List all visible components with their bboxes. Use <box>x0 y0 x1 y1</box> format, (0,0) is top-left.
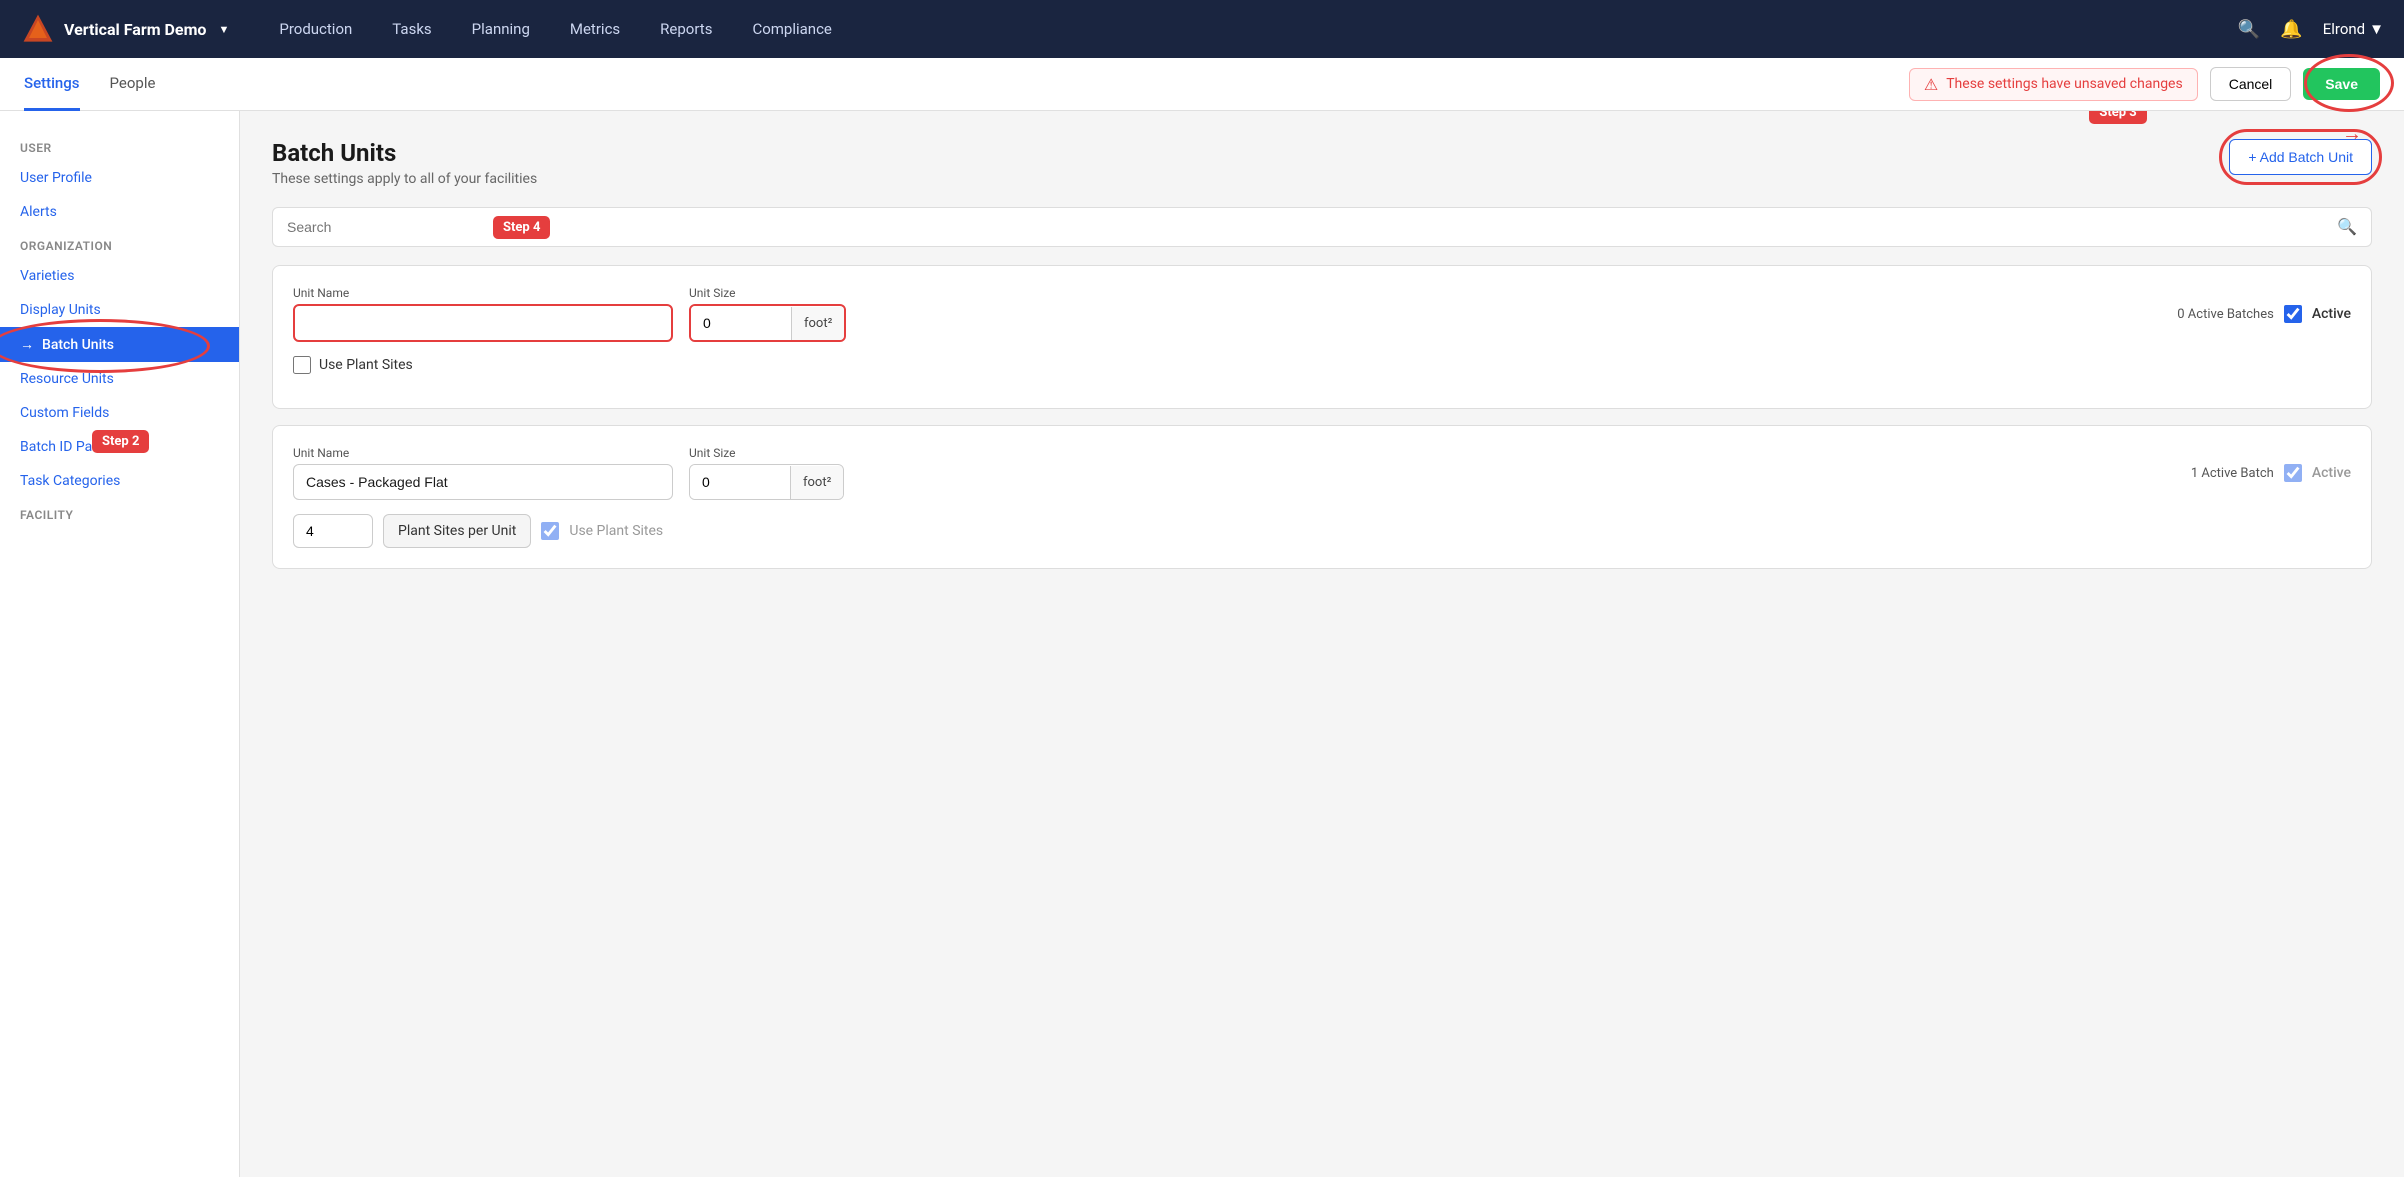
warning-icon: ⚠ <box>1924 75 1938 94</box>
nav-compliance[interactable]: Compliance <box>732 0 851 58</box>
banner-text: These settings have unsaved changes <box>1946 76 2183 92</box>
nav-tasks[interactable]: Tasks <box>372 0 451 58</box>
nav-right: 🔍 🔔 Elrond ▼ <box>2238 19 2384 40</box>
plant-sites-row-2: Plant Sites per Unit Use Plant Sites <box>293 514 2351 548</box>
app-dropdown-arrow[interactable]: ▼ <box>218 23 229 36</box>
add-batch-unit-button[interactable]: + Add Batch Unit <box>2229 139 2372 175</box>
field-group-size-2: Unit Size foot² Step 6 <box>689 446 844 500</box>
active-batches-2: 1 Active Batch <box>2191 466 2274 481</box>
use-plant-sites-checkbox-1[interactable] <box>293 356 311 374</box>
save-button[interactable]: Save <box>2303 68 2380 100</box>
user-menu[interactable]: Elrond ▼ <box>2323 20 2384 38</box>
content-area: Batch Units These settings apply to all … <box>240 111 2404 1177</box>
unit-card-2: Unit Name Unit Size foot² Step 6 1 <box>272 425 2372 569</box>
content-header: Batch Units These settings apply to all … <box>272 139 2372 187</box>
unit-size-input-2[interactable] <box>690 465 790 499</box>
field-group-name-2: Unit Name <box>293 446 673 500</box>
active-label-1: Active <box>2312 306 2351 322</box>
search-bar: 🔍 <box>272 207 2372 247</box>
content-header-text: Batch Units These settings apply to all … <box>272 139 537 187</box>
active-checkbox-1[interactable] <box>2284 305 2302 323</box>
top-nav: Vertical Farm Demo ▼ Production Tasks Pl… <box>0 0 2404 58</box>
tabs-actions: ⚠ These settings have unsaved changes Ca… <box>1909 67 2380 101</box>
sidebar-item-task-categories[interactable]: Task Categories <box>0 464 239 498</box>
app-name: Vertical Farm Demo <box>64 20 206 39</box>
nav-reports[interactable]: Reports <box>640 0 732 58</box>
unit-size-label-2: Unit Size <box>689 446 844 460</box>
search-icon-nav[interactable]: 🔍 <box>2238 19 2260 40</box>
unit-row-1: Unit Name Unit Size foot² 0 Active Batch… <box>293 286 2351 342</box>
unit-name-input-2[interactable] <box>293 464 673 500</box>
unit-row-2: Unit Name Unit Size foot² Step 6 1 <box>293 446 2351 500</box>
nav-production[interactable]: Production <box>259 0 372 58</box>
user-name: Elrond <box>2323 20 2365 38</box>
unit-meta-1: 0 Active Batches Active <box>2177 305 2351 323</box>
sidebar-item-user-profile[interactable]: User Profile <box>0 161 239 195</box>
user-dropdown-arrow: ▼ <box>2369 20 2384 38</box>
tab-settings[interactable]: Settings <box>24 58 80 111</box>
sidebar-item-custom-fields[interactable]: Custom Fields <box>0 396 239 430</box>
sidebar-item-batch-id-patterns[interactable]: Batch ID Patterns <box>0 430 239 464</box>
page-subtitle: These settings apply to all of your faci… <box>272 171 537 187</box>
unit-size-input-1[interactable] <box>691 306 791 340</box>
use-plant-sites-row-1: Use Plant Sites Step 5 <box>293 356 2351 374</box>
sidebar-arrow-icon: → <box>20 336 34 353</box>
app-logo[interactable]: Vertical Farm Demo ▼ <box>20 11 229 47</box>
nav-metrics[interactable]: Metrics <box>550 0 640 58</box>
use-plant-sites-label-2: Use Plant Sites <box>569 523 663 539</box>
sidebar-item-resource-units[interactable]: Resource Units <box>0 362 239 396</box>
field-group-size-1: Unit Size foot² <box>689 286 846 342</box>
sidebar-section-org: Organization <box>0 229 239 259</box>
unit-card-1: Step 4 Unit Name Unit Size foot² <box>272 265 2372 409</box>
sidebar-section-user: User <box>0 131 239 161</box>
page-title: Batch Units <box>272 139 537 167</box>
sidebar-batch-units-label: Batch Units <box>42 337 114 353</box>
unit-size-wrapper-1: foot² <box>689 304 846 342</box>
active-label-2: Active <box>2312 465 2351 481</box>
cancel-button[interactable]: Cancel <box>2210 67 2292 101</box>
search-input[interactable] <box>287 208 2337 246</box>
plant-sites-input-2[interactable] <box>293 514 373 548</box>
nav-links: Production Tasks Planning Metrics Report… <box>259 0 2238 58</box>
search-icon[interactable]: 🔍 <box>2337 217 2357 237</box>
use-plant-sites-label-1: Use Plant Sites <box>319 357 413 373</box>
sidebar-section-facility: Facility <box>0 498 239 528</box>
tabs-bar: Settings People ⚠ These settings have un… <box>0 58 2404 111</box>
unit-size-suffix-1: foot² <box>791 307 844 340</box>
use-plant-sites-checkbox-2[interactable] <box>541 522 559 540</box>
unit-size-label-1: Unit Size <box>689 286 846 300</box>
unit-meta-2: 1 Active Batch Active Step 7 <box>2191 464 2351 482</box>
sidebar-item-display-units[interactable]: Display Units <box>0 293 239 327</box>
unit-size-suffix-2: foot² <box>790 466 843 499</box>
sidebar-item-varieties[interactable]: Varieties <box>0 259 239 293</box>
active-batches-1: 0 Active Batches <box>2177 307 2274 322</box>
field-group-name-1: Unit Name <box>293 286 673 342</box>
unit-name-input-1[interactable] <box>293 304 673 342</box>
nav-planning[interactable]: Planning <box>452 0 550 58</box>
tab-people[interactable]: People <box>110 58 156 111</box>
unit-size-wrapper-2: foot² Step 6 <box>689 464 844 500</box>
unsaved-banner: ⚠ These settings have unsaved changes <box>1909 68 2198 101</box>
sidebar-item-batch-units[interactable]: → Batch Units <box>0 327 239 362</box>
plant-sites-label-2: Plant Sites per Unit <box>383 514 531 548</box>
active-checkbox-2[interactable] <box>2284 464 2302 482</box>
sidebar-item-alerts[interactable]: Alerts <box>0 195 239 229</box>
unit-name-label-1: Unit Name <box>293 286 673 300</box>
main-layout: User User Profile Alerts Organization Va… <box>0 111 2404 1177</box>
sidebar: User User Profile Alerts Organization Va… <box>0 111 240 1177</box>
unit-name-label-2: Unit Name <box>293 446 673 460</box>
bell-icon[interactable]: 🔔 <box>2280 19 2302 40</box>
